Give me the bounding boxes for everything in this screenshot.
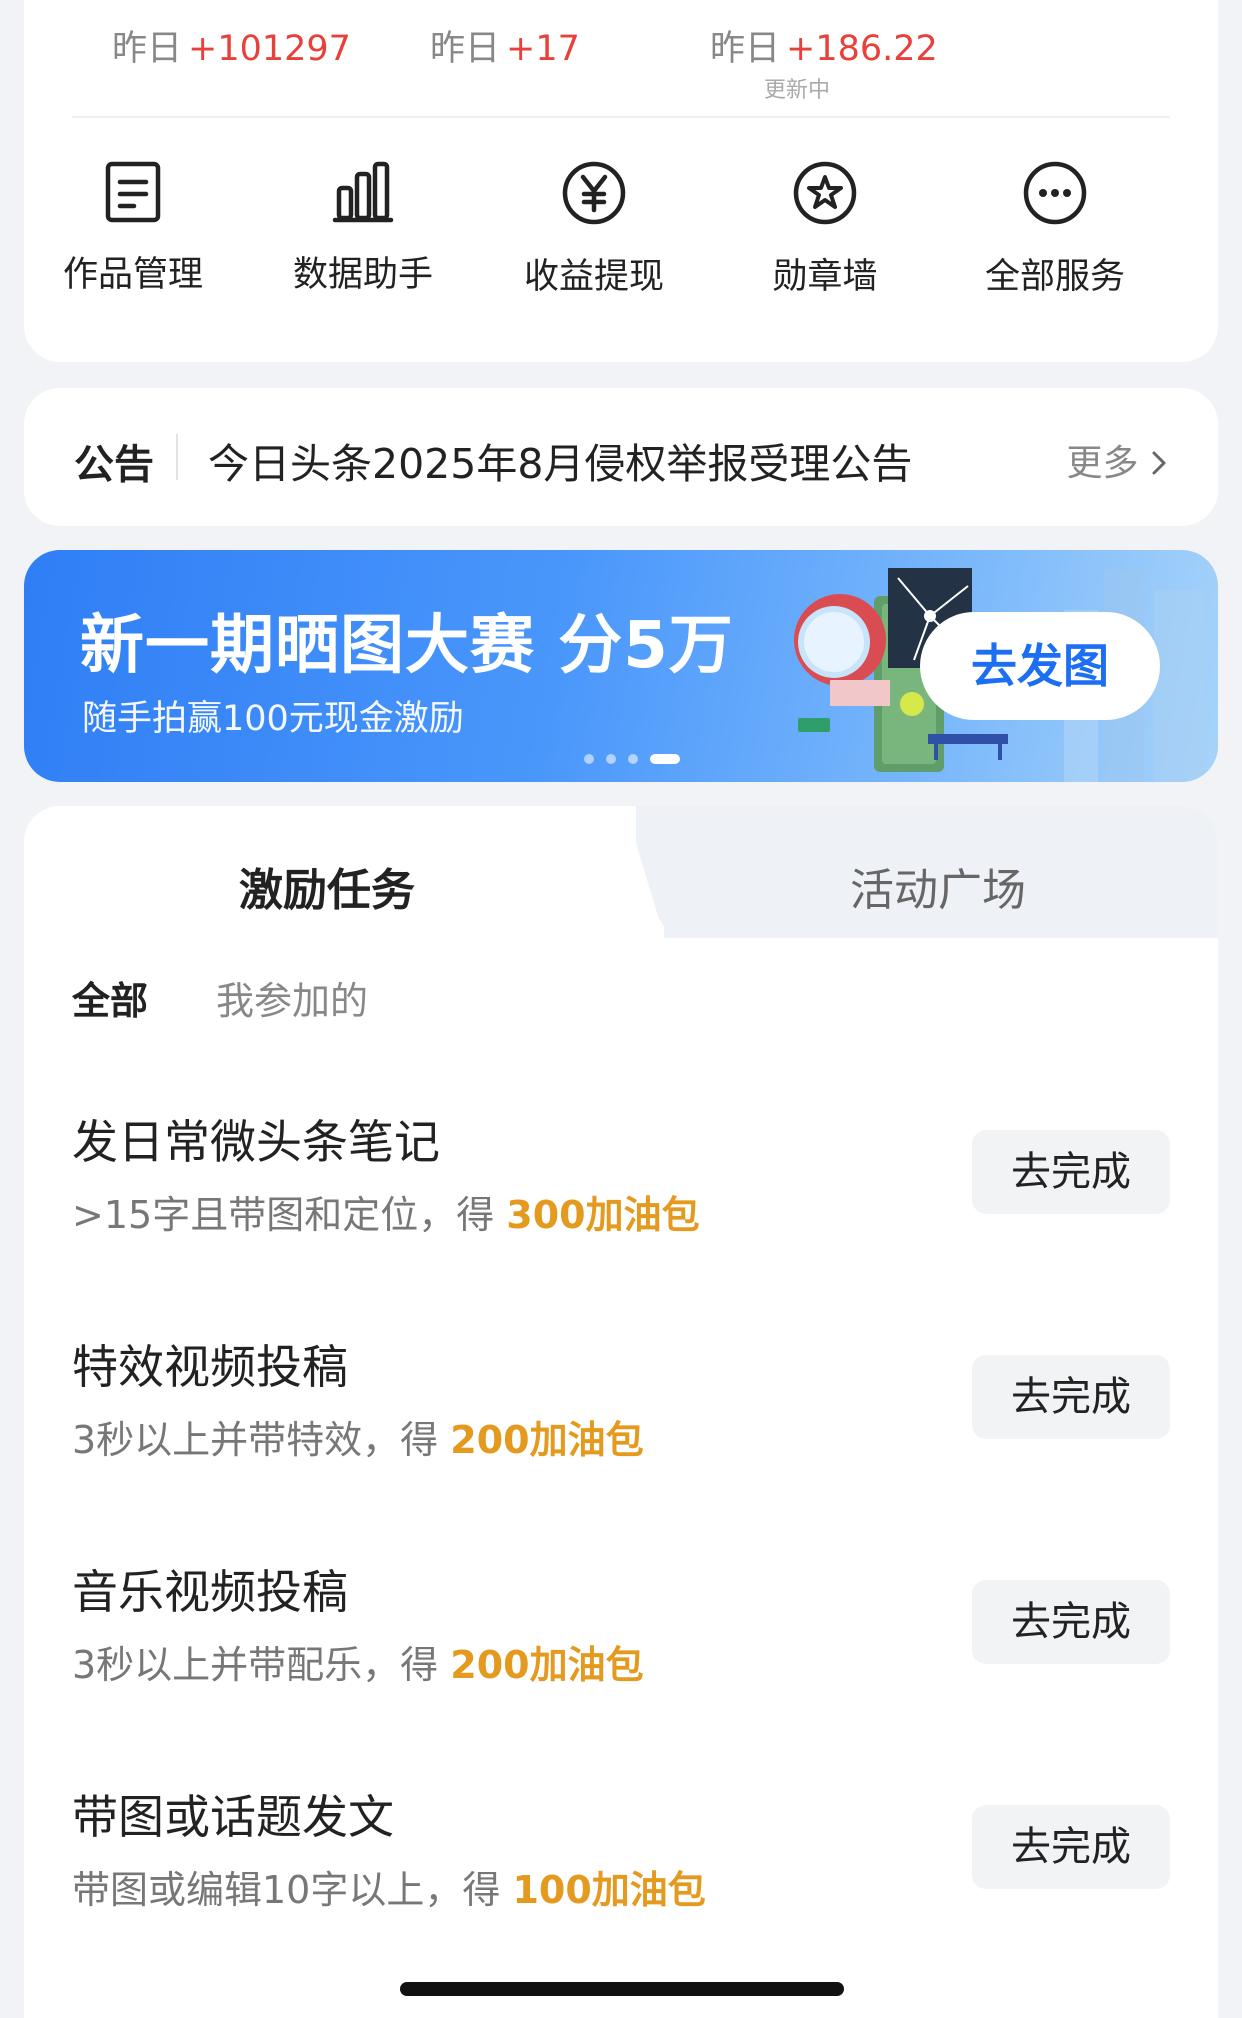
- carousel-dot-active: [650, 754, 680, 764]
- task-requirement: >15字且带图和定位，得: [72, 1193, 507, 1237]
- service-label: 全部服务: [984, 257, 1125, 297]
- stat-yesterday-1[interactable]: 昨日 +101297: [112, 20, 351, 71]
- service-works-management[interactable]: 作品管理: [18, 160, 248, 297]
- task-title: 发日常微头条笔记: [72, 1115, 440, 1169]
- carousel-indicator: [584, 754, 692, 764]
- service-earnings-withdraw[interactable]: 收益提现: [479, 160, 709, 299]
- task-description: 3秒以上并带配乐，得 200加油包: [72, 1634, 644, 1689]
- tab-activity-square[interactable]: 活动广场: [850, 854, 1026, 918]
- stat-yesterday-2[interactable]: 昨日 +17: [430, 20, 580, 71]
- stat-label: 昨日: [710, 29, 781, 69]
- service-label: 勋章墙: [772, 257, 878, 297]
- filter-joined[interactable]: 我参加的: [216, 970, 368, 1025]
- bar-chart-icon: [248, 160, 478, 224]
- service-grid: 作品管理 数据助手 收益提现 勋章墙 全部服务: [24, 160, 1218, 320]
- stat-delta: +17: [506, 29, 580, 69]
- stat-label: 昨日: [112, 29, 183, 69]
- stat-yesterday-3[interactable]: 昨日 +186.22: [710, 20, 938, 71]
- medal-icon: [710, 160, 940, 226]
- announcement-more-link[interactable]: 更多: [1067, 434, 1168, 486]
- task-reward: 200加油包: [450, 1418, 644, 1462]
- task-title: 带图或话题发文: [72, 1790, 394, 1844]
- tab-incentive-tasks[interactable]: 激励任务: [239, 854, 415, 918]
- task-item: 特效视频投稿 3秒以上并带特效，得 200加油包 去完成: [24, 1331, 1218, 1491]
- task-description: >15字且带图和定位，得 300加油包: [72, 1184, 700, 1239]
- task-item: 发日常微头条笔记 >15字且带图和定位，得 300加油包 去完成: [24, 1106, 1218, 1266]
- stat-delta: +186.22: [786, 29, 938, 69]
- service-label: 数据助手: [292, 255, 433, 295]
- more-label: 更多: [1066, 443, 1139, 484]
- announcement-tag: 公告: [74, 442, 154, 488]
- service-data-assistant[interactable]: 数据助手: [248, 160, 478, 297]
- go-complete-button[interactable]: 去完成: [972, 1805, 1170, 1889]
- task-item: 音乐视频投稿 3秒以上并带配乐，得 200加油包 去完成: [24, 1556, 1218, 1716]
- service-label: 收益提现: [523, 257, 664, 297]
- carousel-dot: [584, 754, 594, 764]
- promo-banner[interactable]: 新一期晒图大赛 分5万 随手拍赢100元现金激励 去发图: [24, 550, 1218, 782]
- stat-delta: +101297: [188, 29, 351, 69]
- banner-title: 新一期晒图大赛 分5万: [80, 609, 734, 683]
- carousel-dot: [606, 754, 616, 764]
- task-title: 音乐视频投稿: [72, 1565, 348, 1619]
- task-requirement: 3秒以上并带配乐，得: [72, 1643, 451, 1687]
- divider: [72, 116, 1170, 118]
- service-medal-wall[interactable]: 勋章墙: [710, 160, 940, 299]
- task-description: 带图或编辑10字以上，得 100加油包: [72, 1859, 706, 1914]
- document-icon: [18, 160, 248, 224]
- announcement-text[interactable]: 今日头条2025年8月侵权举报受理公告: [208, 430, 912, 490]
- more-icon: [940, 160, 1170, 226]
- task-panel: 激励任务 活动广场 全部 我参加的 发日常微头条笔记 >15字且带图和定位，得 …: [24, 806, 1218, 2018]
- task-reward: 100加油包: [512, 1868, 706, 1912]
- go-complete-button[interactable]: 去完成: [972, 1580, 1170, 1664]
- yen-icon: [479, 160, 709, 226]
- stat-label: 昨日: [430, 29, 501, 69]
- task-requirement: 3秒以上并带特效，得: [72, 1418, 451, 1462]
- home-indicator[interactable]: [400, 1982, 844, 1996]
- filter-all[interactable]: 全部: [72, 970, 148, 1025]
- updating-note: 更新中: [764, 78, 831, 103]
- service-label: 作品管理: [62, 255, 203, 295]
- task-title: 特效视频投稿: [72, 1340, 348, 1394]
- banner-subtitle: 随手拍赢100元现金激励: [82, 699, 464, 739]
- task-requirement: 带图或编辑10字以上，得: [72, 1868, 513, 1912]
- task-description: 3秒以上并带特效，得 200加油包: [72, 1409, 644, 1464]
- go-complete-button[interactable]: 去完成: [972, 1130, 1170, 1214]
- announcement-bar[interactable]: 公告 今日头条2025年8月侵权举报受理公告 更多: [24, 388, 1218, 526]
- task-reward: 200加油包: [450, 1643, 644, 1687]
- carousel-dot: [628, 754, 638, 764]
- task-item: 带图或话题发文 带图或编辑10字以上，得 100加油包 去完成: [24, 1781, 1218, 1941]
- go-complete-button[interactable]: 去完成: [972, 1355, 1170, 1439]
- service-all-services[interactable]: 全部服务: [940, 160, 1170, 299]
- task-reward: 300加油包: [506, 1193, 700, 1237]
- chevron-right-icon: [1150, 443, 1168, 484]
- stats-row: 昨日 +101297 昨日 +17 昨日 +186.22 更新中: [24, 20, 1218, 110]
- divider: [176, 434, 178, 480]
- post-photo-button[interactable]: 去发图: [920, 612, 1160, 720]
- creator-overview-card: 昨日 +101297 昨日 +17 昨日 +186.22 更新中 作品管理 数据助手: [24, 0, 1218, 362]
